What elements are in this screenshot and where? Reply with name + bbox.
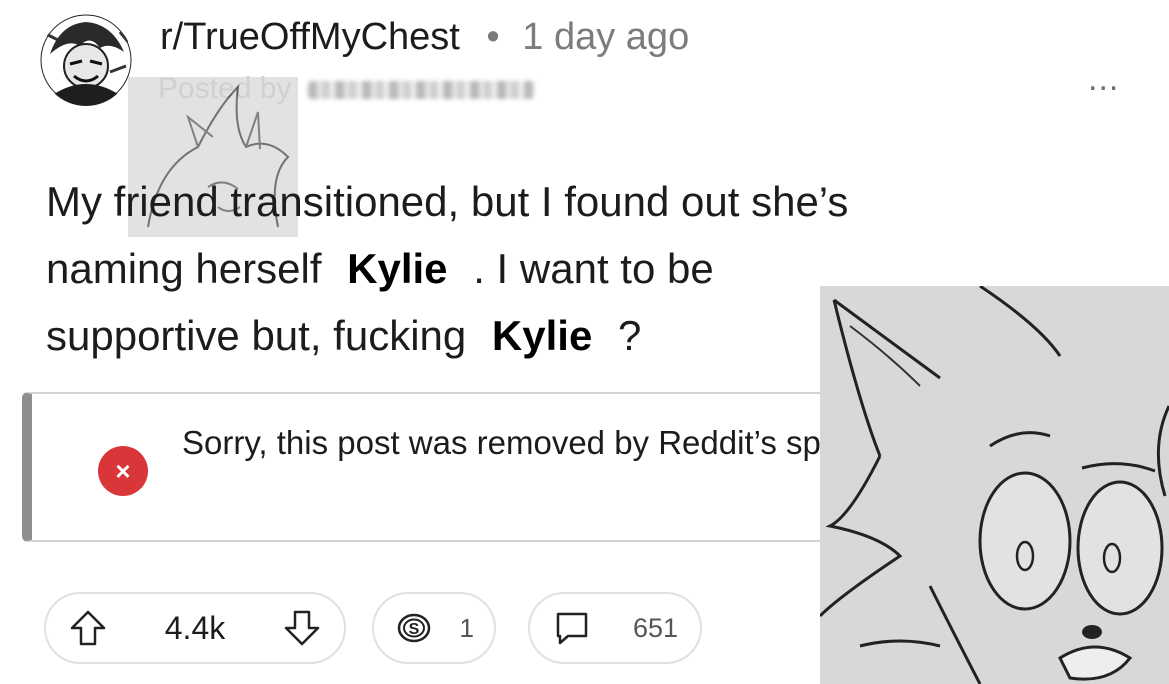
award-count: 1 xyxy=(459,612,474,643)
sketch-overlay-large xyxy=(820,286,1169,684)
comments-button[interactable]: 651 xyxy=(528,592,702,664)
vote-bar: 4.4k xyxy=(44,592,346,664)
close-icon: × xyxy=(98,446,148,496)
title-line-2-start: naming herself xyxy=(46,245,322,292)
name-overlay-1: Kylie xyxy=(333,235,462,302)
comment-count: 651 xyxy=(632,612,678,643)
svg-text:S: S xyxy=(409,621,420,638)
separator-dot: • xyxy=(486,16,500,58)
avatar-illustration xyxy=(40,14,132,106)
comment-bubble-icon xyxy=(556,612,588,645)
subreddit-link[interactable]: r/TrueOffMyChest xyxy=(160,16,460,58)
award-coin-icon: S xyxy=(397,613,431,643)
more-options-icon[interactable]: ... xyxy=(1088,60,1119,99)
vote-count: 4.4k xyxy=(164,609,226,646)
post-age: 1 day ago xyxy=(522,16,690,58)
award-button[interactable]: S 1 xyxy=(372,592,496,664)
title-line-1: My friend transitioned, but I found out … xyxy=(46,178,849,225)
title-line-3-end: ? xyxy=(617,312,642,359)
name-overlay-2: Kylie xyxy=(477,302,607,369)
post-header: r/TrueOffMyChest • 1 day ago xyxy=(160,16,689,59)
cat-face-sketch xyxy=(820,286,1169,684)
up-arrow-icon[interactable] xyxy=(68,608,108,648)
title-line-2-end: . I want to be xyxy=(473,245,714,292)
down-arrow-icon[interactable] xyxy=(282,608,322,648)
title-line-3-start: supportive but, fucking xyxy=(46,312,467,359)
username-redacted xyxy=(307,81,534,100)
subreddit-avatar[interactable] xyxy=(40,14,132,106)
